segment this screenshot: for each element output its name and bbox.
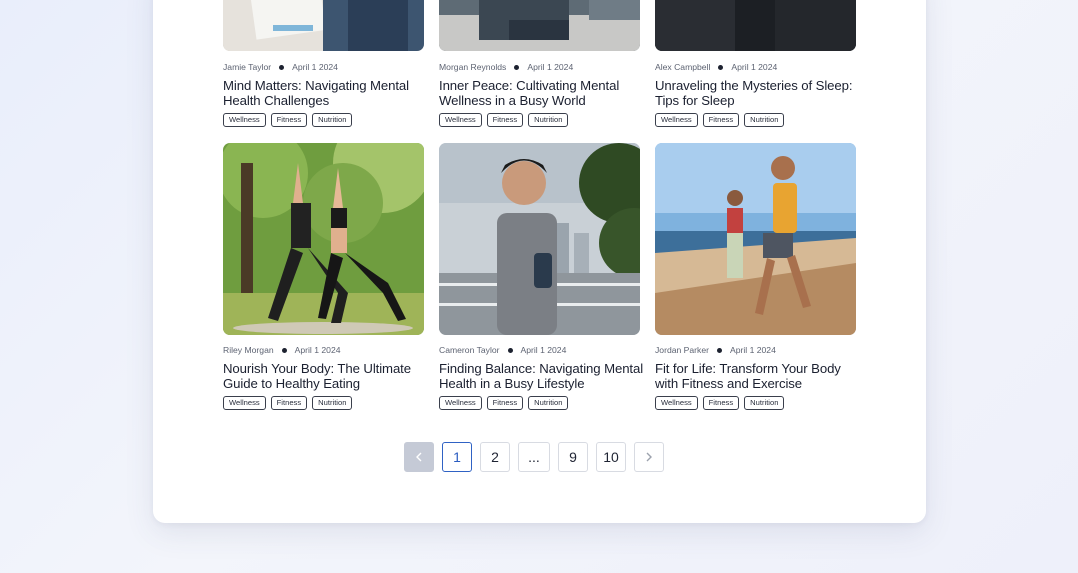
date: April 1 2024 (527, 62, 574, 72)
tag-wellness[interactable]: Wellness (223, 396, 266, 410)
author: Jamie Taylor (223, 62, 272, 72)
tag-fitness[interactable]: Fitness (270, 113, 308, 127)
prev-page-button[interactable] (404, 442, 434, 472)
post-meta: Alex Campbell April 1 2024 (655, 62, 777, 72)
pagination: 1 2 ... 9 10 (404, 442, 664, 472)
post-image[interactable] (223, 0, 424, 51)
dot-separator (716, 347, 722, 353)
page-ellipsis: ... (518, 442, 550, 472)
author: Riley Morgan (223, 345, 274, 355)
tag-nutrition[interactable]: Nutrition (528, 113, 569, 127)
post-meta: Jamie Taylor April 1 2024 (223, 62, 338, 72)
author: Morgan Reynolds (439, 62, 507, 72)
post-image[interactable] (439, 143, 640, 335)
post-meta: Jordan Parker April 1 2024 (655, 345, 776, 355)
tag-fitness[interactable]: Fitness (702, 113, 740, 127)
post-image[interactable] (223, 143, 424, 335)
tag-list: Wellness Fitness Nutrition (439, 396, 569, 410)
tag-list: Wellness Fitness Nutrition (655, 113, 785, 127)
tag-nutrition[interactable]: Nutrition (312, 113, 353, 127)
date: April 1 2024 (731, 62, 778, 72)
post-title[interactable]: Mind Matters: Navigating Mental Health C… (223, 78, 428, 108)
post-image[interactable] (439, 0, 640, 51)
tag-list: Wellness Fitness Nutrition (439, 113, 569, 127)
author: Cameron Taylor (439, 345, 500, 355)
tag-wellness[interactable]: Wellness (439, 113, 482, 127)
page-button-10[interactable]: 10 (596, 442, 626, 472)
post-title[interactable]: Nourish Your Body: The Ultimate Guide to… (223, 361, 428, 391)
tag-nutrition[interactable]: Nutrition (744, 396, 785, 410)
date: April 1 2024 (292, 62, 338, 72)
next-page-button[interactable] (634, 442, 664, 472)
tag-list: Wellness Fitness Nutrition (223, 113, 353, 127)
post-title[interactable]: Finding Balance: Navigating Mental Healt… (439, 361, 644, 391)
post-image[interactable] (655, 143, 856, 335)
dot-separator (281, 347, 287, 353)
dot-separator (718, 64, 724, 70)
chevron-right-icon (646, 452, 652, 462)
tag-nutrition[interactable]: Nutrition (744, 113, 785, 127)
page-button-2[interactable]: 2 (480, 442, 510, 472)
tag-fitness[interactable]: Fitness (270, 396, 308, 410)
tag-wellness[interactable]: Wellness (223, 113, 266, 127)
author: Alex Campbell (655, 62, 711, 72)
tag-fitness[interactable]: Fitness (702, 396, 740, 410)
tag-list: Wellness Fitness Nutrition (223, 396, 353, 410)
tag-fitness[interactable]: Fitness (486, 113, 524, 127)
tag-fitness[interactable]: Fitness (486, 396, 524, 410)
tag-wellness[interactable]: Wellness (655, 113, 698, 127)
post-meta: Cameron Taylor April 1 2024 (439, 345, 566, 355)
page-button-9[interactable]: 9 (558, 442, 588, 472)
post-meta: Morgan Reynolds April 1 2024 (439, 62, 573, 72)
date: April 1 2024 (520, 345, 567, 355)
tag-wellness[interactable]: Wellness (655, 396, 698, 410)
date: April 1 2024 (729, 345, 776, 355)
page-button-1[interactable]: 1 (442, 442, 472, 472)
post-image[interactable] (655, 0, 856, 51)
dot-separator (514, 64, 520, 70)
post-title[interactable]: Fit for Life: Transform Your Body with F… (655, 361, 860, 391)
tag-nutrition[interactable]: Nutrition (312, 396, 353, 410)
tag-list: Wellness Fitness Nutrition (655, 396, 785, 410)
post-meta: Riley Morgan April 1 2024 (223, 345, 341, 355)
dot-separator (279, 64, 285, 70)
author: Jordan Parker (655, 345, 709, 355)
post-title[interactable]: Inner Peace: Cultivating Mental Wellness… (439, 78, 644, 108)
tag-wellness[interactable]: Wellness (439, 396, 482, 410)
chevron-left-icon (416, 452, 422, 462)
tag-nutrition[interactable]: Nutrition (528, 396, 569, 410)
dot-separator (507, 347, 513, 353)
date: April 1 2024 (294, 345, 341, 355)
post-title[interactable]: Unraveling the Mysteries of Sleep: Tips … (655, 78, 860, 108)
